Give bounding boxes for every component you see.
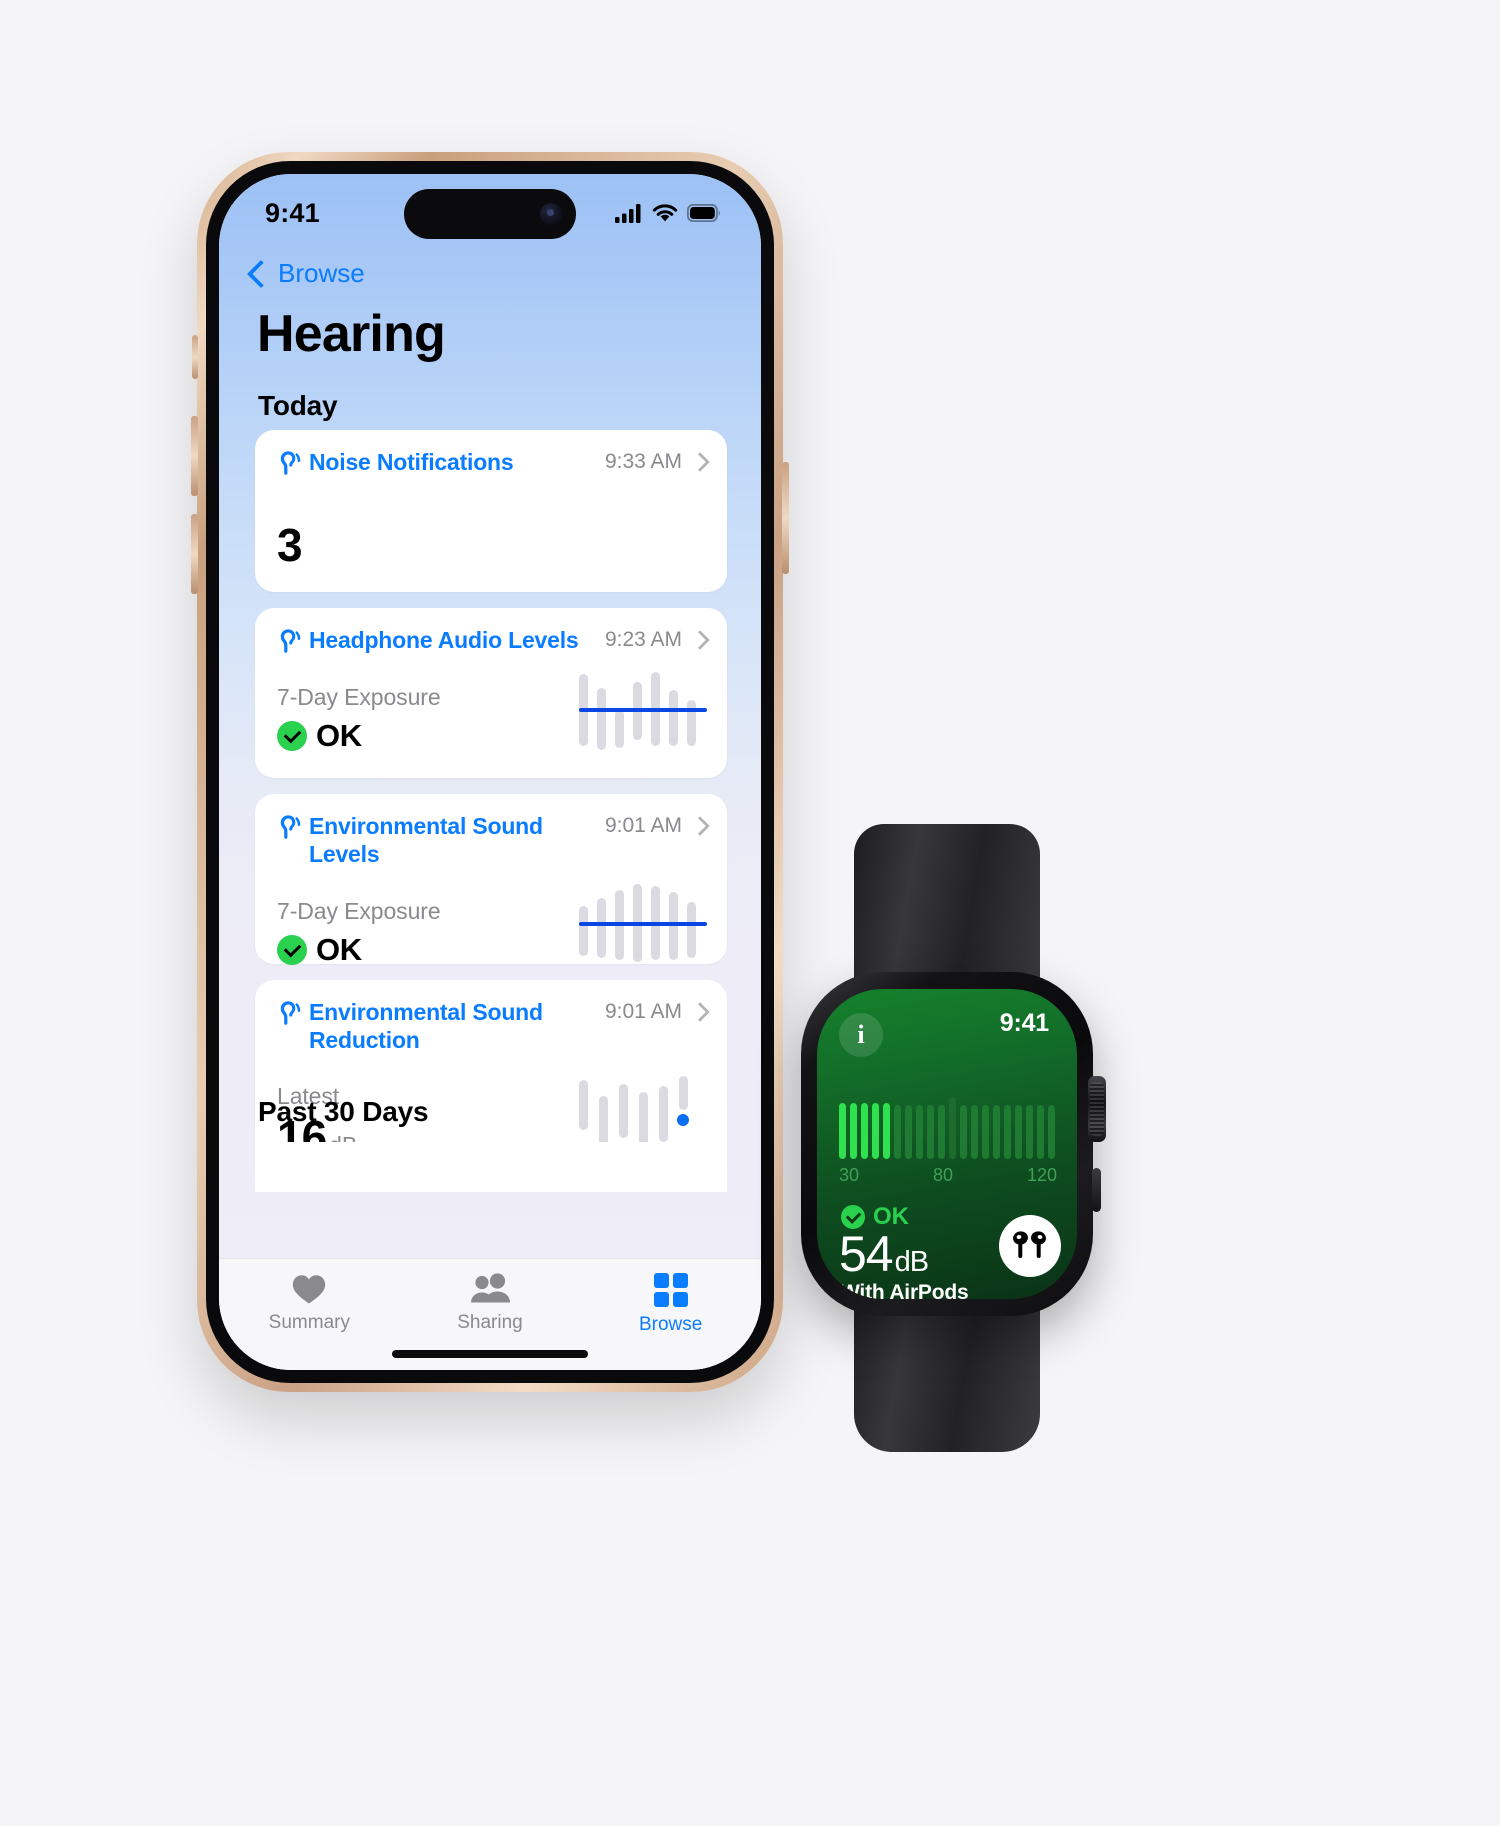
home-indicator[interactable] bbox=[392, 1350, 588, 1358]
card-stat-block: 7-Day Exposure OK bbox=[277, 898, 441, 968]
status-row: OK bbox=[277, 718, 441, 754]
apple-watch-device: i 9:41 30 80 120 OK 54dB With AirPods bbox=[787, 824, 1107, 1452]
ear-audio-icon bbox=[280, 629, 301, 653]
chevron-right-icon[interactable] bbox=[690, 1002, 710, 1022]
card-meta: 9:23 AM bbox=[604, 626, 710, 652]
card-noise-notifications[interactable]: Noise Notifications 9:33 AM 3 bbox=[255, 430, 727, 592]
tab-browse[interactable]: Browse bbox=[581, 1273, 760, 1336]
chevron-right-icon[interactable] bbox=[690, 816, 710, 836]
ear-audio-icon bbox=[280, 1001, 301, 1025]
latest-value-dot bbox=[677, 1114, 689, 1127]
digital-crown[interactable] bbox=[1088, 1076, 1106, 1142]
watch-level-number: 54 bbox=[839, 1226, 894, 1282]
status-bar-time: 9:41 bbox=[265, 197, 320, 228]
card-header: Headphone Audio Levels 9:23 AM bbox=[277, 626, 710, 654]
check-circle-icon bbox=[277, 935, 307, 966]
card-header: Noise Notifications 9:33 AM bbox=[277, 448, 710, 476]
airpods-icon[interactable] bbox=[999, 1215, 1061, 1277]
volume-up-button[interactable] bbox=[191, 416, 198, 496]
tab-sharing[interactable]: Sharing bbox=[401, 1273, 580, 1334]
card-header: Environmental Sound Reduction 9:01 AM bbox=[277, 998, 710, 1054]
watch-case: i 9:41 30 80 120 OK 54dB With AirPods bbox=[801, 972, 1106, 1316]
card-value: 3 bbox=[277, 519, 303, 572]
cellular-signal-icon bbox=[615, 203, 641, 223]
content-scroll-area[interactable]: Today Noise Notifications 9:33 AM 3 Head… bbox=[219, 374, 761, 1370]
tab-label: Summary bbox=[268, 1312, 350, 1333]
card-title-group: Headphone Audio Levels bbox=[277, 626, 579, 654]
wifi-icon bbox=[652, 203, 678, 221]
status-row: OK bbox=[277, 932, 441, 968]
card-header: Environmental Sound Levels 9:01 AM bbox=[277, 812, 710, 868]
card-body: 7-Day Exposure OK bbox=[277, 884, 707, 968]
card-environmental-sound-levels[interactable]: Environmental Sound Levels 9:01 AM 7-Day… bbox=[255, 794, 727, 967]
card-title-group: Noise Notifications bbox=[277, 448, 514, 476]
ear-audio-icon bbox=[280, 815, 301, 839]
card-headphone-audio-levels[interactable]: Headphone Audio Levels 9:23 AM 7-Day Exp… bbox=[255, 608, 727, 778]
dynamic-island[interactable] bbox=[404, 189, 576, 239]
airpods-glyph bbox=[1013, 1231, 1046, 1258]
axis-tick-high: 120 bbox=[1026, 1165, 1057, 1185]
watch-level-value: 54dB bbox=[839, 1226, 929, 1282]
section-header-past-30-days: Past 30 Days bbox=[258, 1096, 429, 1127]
card-timestamp: 9:01 AM bbox=[604, 814, 682, 837]
axis-tick-low: 30 bbox=[839, 1165, 860, 1185]
info-icon[interactable]: i bbox=[839, 1013, 883, 1057]
grid-icon bbox=[653, 1273, 688, 1307]
cards-list: Noise Notifications 9:33 AM 3 Headphone … bbox=[255, 430, 727, 1194]
tab-label: Sharing bbox=[457, 1312, 523, 1333]
status-text: OK bbox=[316, 718, 362, 754]
tab-summary[interactable]: Summary bbox=[220, 1273, 399, 1334]
page-title: Hearing bbox=[257, 305, 446, 363]
card-title: Headphone Audio Levels bbox=[309, 627, 579, 653]
front-camera-icon bbox=[540, 203, 562, 225]
battery-icon bbox=[687, 204, 720, 222]
status-bar-indicators bbox=[615, 203, 721, 223]
watch-level-unit: dB bbox=[894, 1246, 929, 1278]
axis-tick-mid: 80 bbox=[932, 1165, 953, 1185]
card-title: Environmental Sound Levels bbox=[309, 813, 543, 868]
card-meta: 9:33 AM bbox=[604, 448, 710, 474]
check-circle-icon bbox=[277, 721, 307, 752]
screenshot-stage: 9:41 Browse Hearing Today Noise Notifica… bbox=[0, 0, 1500, 1826]
watch-source-label: With AirPods bbox=[840, 1281, 969, 1299]
watch-screen: i 9:41 30 80 120 OK 54dB With AirPods bbox=[817, 989, 1077, 1299]
chart-watch-sound-level-meter bbox=[839, 1097, 1057, 1159]
tab-label: Browse bbox=[638, 1314, 703, 1335]
chevron-right-icon[interactable] bbox=[690, 630, 710, 650]
back-button[interactable]: Browse bbox=[246, 258, 365, 289]
chevron-left-icon bbox=[246, 259, 276, 288]
volume-down-button[interactable] bbox=[191, 514, 198, 594]
card-title: Environmental Sound Reduction bbox=[309, 999, 543, 1054]
ear-audio-icon bbox=[280, 451, 301, 475]
status-text: OK bbox=[316, 932, 362, 968]
people-icon bbox=[470, 1273, 510, 1303]
back-button-label: Browse bbox=[278, 258, 365, 288]
section-header-today: Today bbox=[258, 390, 338, 421]
heart-icon bbox=[293, 1275, 326, 1304]
card-meta: 9:01 AM bbox=[604, 812, 710, 838]
card-title: Noise Notifications bbox=[309, 449, 514, 475]
iphone-screen: 9:41 Browse Hearing Today Noise Notifica… bbox=[219, 174, 761, 1370]
card-timestamp: 9:33 AM bbox=[604, 450, 682, 473]
card-meta: 9:01 AM bbox=[604, 998, 710, 1024]
card-body: 3 bbox=[277, 522, 707, 568]
silent-switch[interactable] bbox=[192, 335, 198, 379]
card-body: 7-Day Exposure OK bbox=[277, 670, 707, 754]
watch-side-button[interactable] bbox=[1092, 1168, 1101, 1212]
card-label: 7-Day Exposure bbox=[277, 898, 441, 925]
card-title-group: Environmental Sound Levels bbox=[277, 812, 605, 868]
iphone-device: 9:41 Browse Hearing Today Noise Notifica… bbox=[191, 152, 789, 1392]
power-button[interactable] bbox=[782, 462, 789, 574]
card-stat-block: 7-Day Exposure OK bbox=[277, 684, 441, 754]
chevron-right-icon[interactable] bbox=[690, 452, 710, 472]
card-title-group: Environmental Sound Reduction bbox=[277, 998, 549, 1054]
card-partial-next[interactable] bbox=[255, 1142, 727, 1192]
card-label: 7-Day Exposure bbox=[277, 684, 441, 711]
chart-headphone-audio-levels-spark bbox=[579, 670, 707, 754]
watch-time: 9:41 bbox=[999, 1009, 1049, 1037]
watch-chart-axis: 30 80 120 bbox=[839, 1165, 1057, 1186]
card-timestamp: 9:23 AM bbox=[604, 628, 682, 651]
chart-environmental-sound-levels-spark bbox=[579, 884, 707, 968]
card-timestamp: 9:01 AM bbox=[604, 1000, 682, 1023]
